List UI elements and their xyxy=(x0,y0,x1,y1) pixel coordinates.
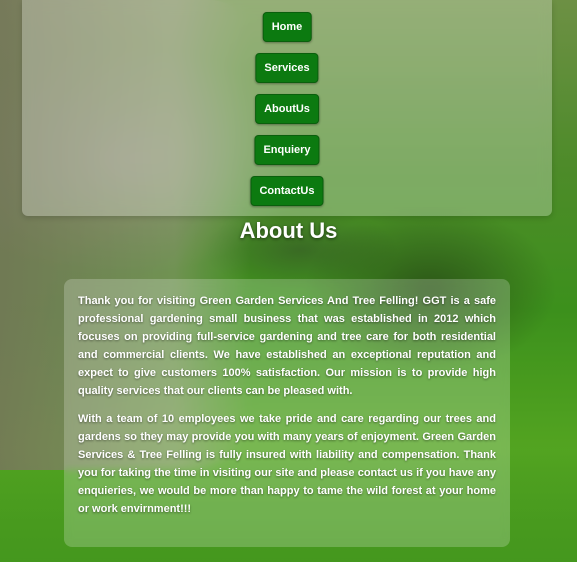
nav-contactus-button[interactable]: ContactUs xyxy=(250,176,324,206)
about-paragraph-2: With a team of 10 employees we take prid… xyxy=(78,413,496,515)
nav-home-button[interactable]: Home xyxy=(262,12,312,42)
navigation-panel: Home Services AboutUs Enquiery ContactUs xyxy=(22,0,552,216)
nav-services-button[interactable]: Services xyxy=(255,53,319,83)
nav-aboutus-button[interactable]: AboutUs xyxy=(255,94,319,124)
nav-enquiery-button[interactable]: Enquiery xyxy=(254,135,320,165)
about-paragraph-1: Thank you for visiting Green Garden Serv… xyxy=(78,295,496,397)
about-content-box: Thank you for visiting Green Garden Serv… xyxy=(64,279,510,547)
page-title: About Us xyxy=(239,218,338,243)
